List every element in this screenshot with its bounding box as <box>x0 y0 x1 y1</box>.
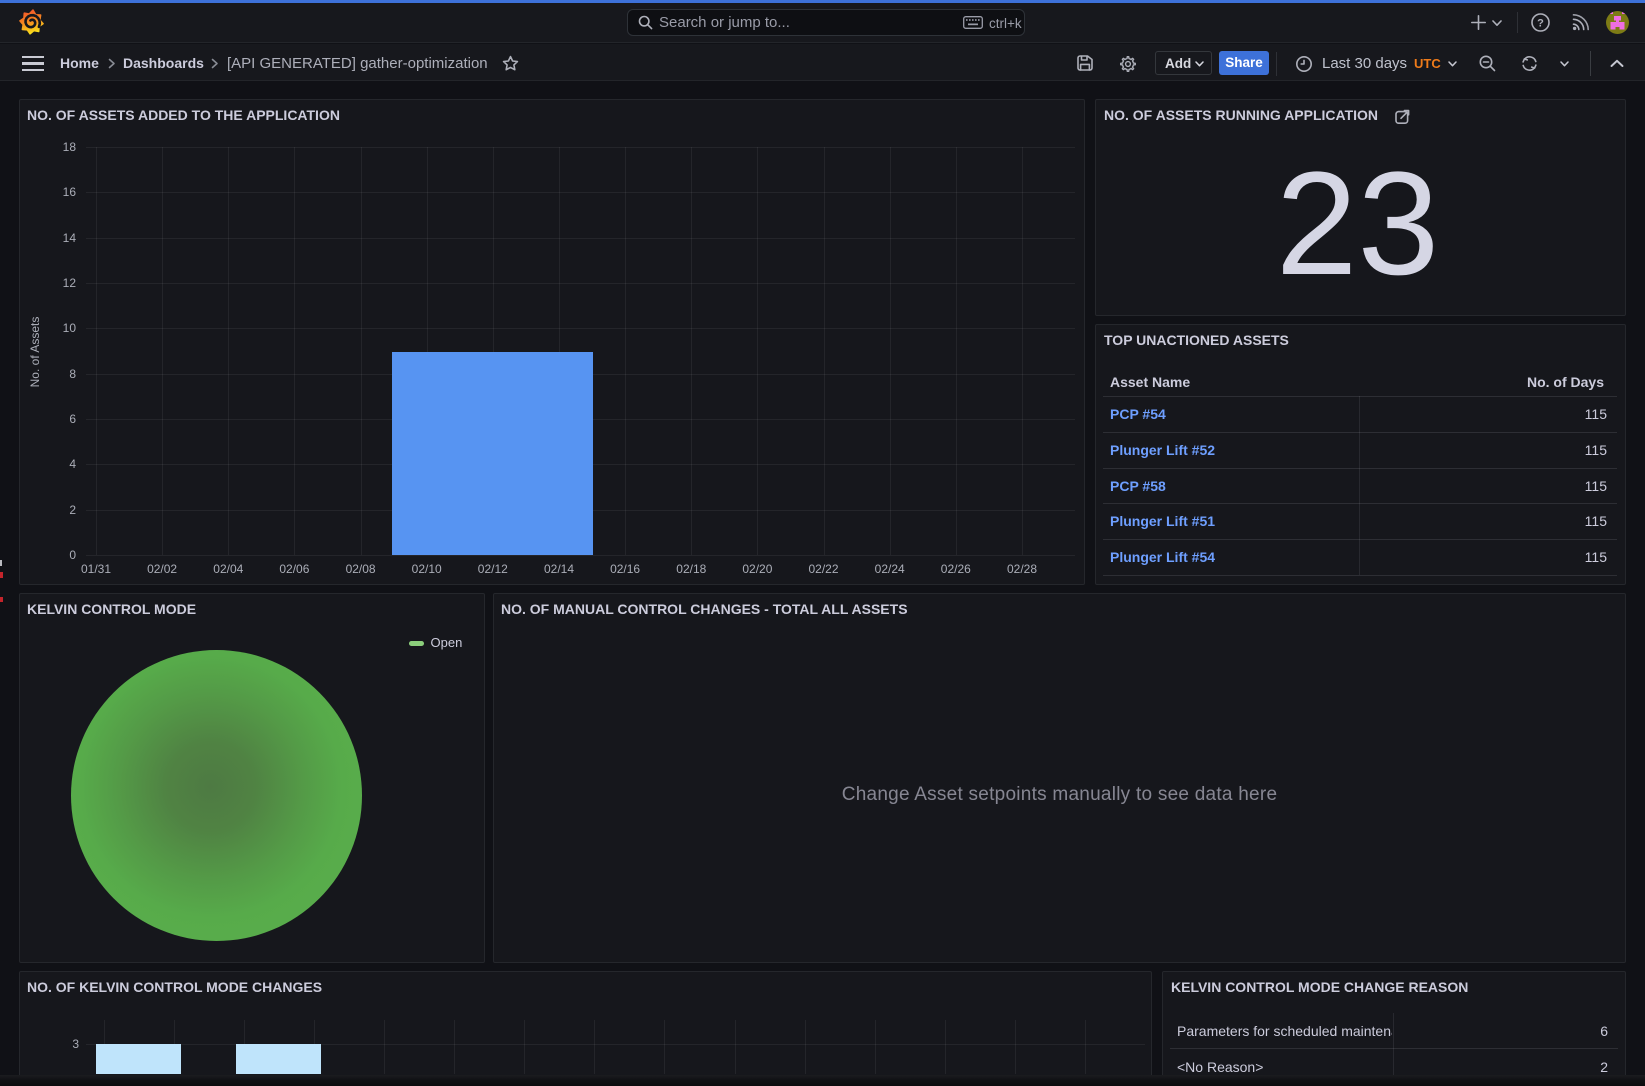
svg-text:?: ? <box>1537 17 1544 29</box>
